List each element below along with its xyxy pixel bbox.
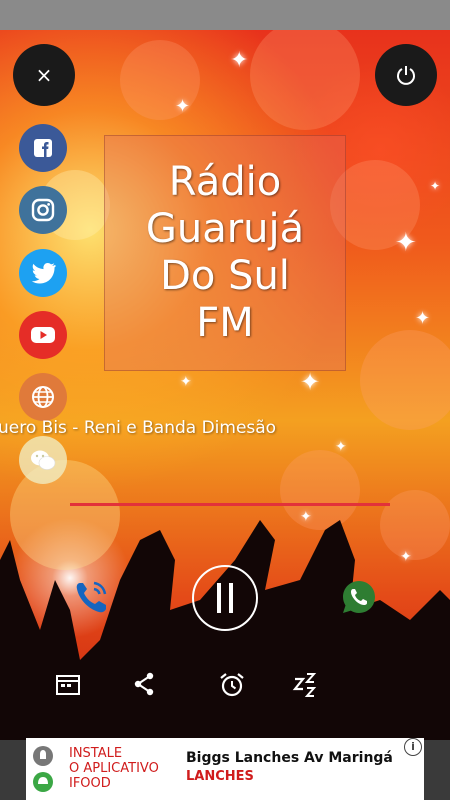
wechat-icon bbox=[31, 450, 56, 470]
ad-banner[interactable]: INSTALE O APLICATIVO IFOOD Biggs Lanches… bbox=[26, 738, 424, 800]
station-logo: Rádio Guarujá Do Sul FM bbox=[104, 135, 346, 371]
facebook-button[interactable] bbox=[19, 124, 67, 172]
station-logo-line: Do Sul bbox=[160, 253, 290, 299]
close-icon: × bbox=[35, 63, 53, 87]
alarm-button[interactable] bbox=[215, 668, 249, 702]
instagram-button[interactable] bbox=[19, 186, 67, 234]
station-logo-line: FM bbox=[196, 300, 254, 346]
play-pause-icon bbox=[217, 583, 233, 613]
website-button[interactable] bbox=[19, 373, 67, 421]
ad-brand-line: IFOOD bbox=[69, 776, 111, 791]
ad-brand-text: INSTALE O APLICATIVO IFOOD bbox=[69, 746, 159, 791]
ad-category: LANCHES bbox=[186, 769, 254, 784]
schedule-button[interactable] bbox=[52, 668, 84, 700]
play-pause-button[interactable] bbox=[192, 565, 258, 631]
youtube-icon bbox=[31, 327, 55, 343]
power-icon bbox=[397, 66, 415, 85]
progress-bar[interactable] bbox=[70, 503, 390, 506]
ad-brand-line: INSTALE bbox=[69, 746, 123, 761]
station-logo-line: Rádio bbox=[168, 159, 282, 205]
alarm-icon bbox=[220, 673, 244, 697]
twitter-icon bbox=[31, 263, 56, 284]
share-button[interactable] bbox=[128, 668, 160, 700]
station-logo-line: Guarujá bbox=[145, 206, 305, 252]
power-button[interactable] bbox=[375, 44, 437, 106]
whatsapp-button[interactable] bbox=[337, 575, 381, 619]
status-bar bbox=[0, 0, 450, 30]
youtube-button[interactable] bbox=[19, 311, 67, 359]
whatsapp-icon bbox=[343, 581, 375, 613]
app-store-logos-icon bbox=[33, 746, 53, 792]
sleep-timer-icon bbox=[292, 673, 317, 697]
website-globe-icon bbox=[32, 386, 54, 408]
call-button[interactable] bbox=[70, 575, 114, 619]
sleep-timer-button[interactable] bbox=[289, 668, 323, 702]
instagram-icon bbox=[31, 198, 55, 222]
twitter-button[interactable] bbox=[19, 249, 67, 297]
facebook-icon bbox=[34, 139, 52, 157]
ad-brand-line: O APLICATIVO bbox=[69, 761, 159, 776]
ad-title: Biggs Lanches Av Maringá bbox=[186, 750, 393, 766]
wechat-button[interactable] bbox=[19, 436, 67, 484]
close-button[interactable]: × bbox=[13, 44, 75, 106]
schedule-icon bbox=[56, 675, 80, 695]
now-playing-text: uero Bis - Reni e Banda Dimesão bbox=[0, 418, 277, 438]
ad-info-icon[interactable]: i bbox=[404, 738, 422, 756]
call-icon bbox=[76, 581, 107, 613]
share-icon bbox=[134, 672, 154, 696]
